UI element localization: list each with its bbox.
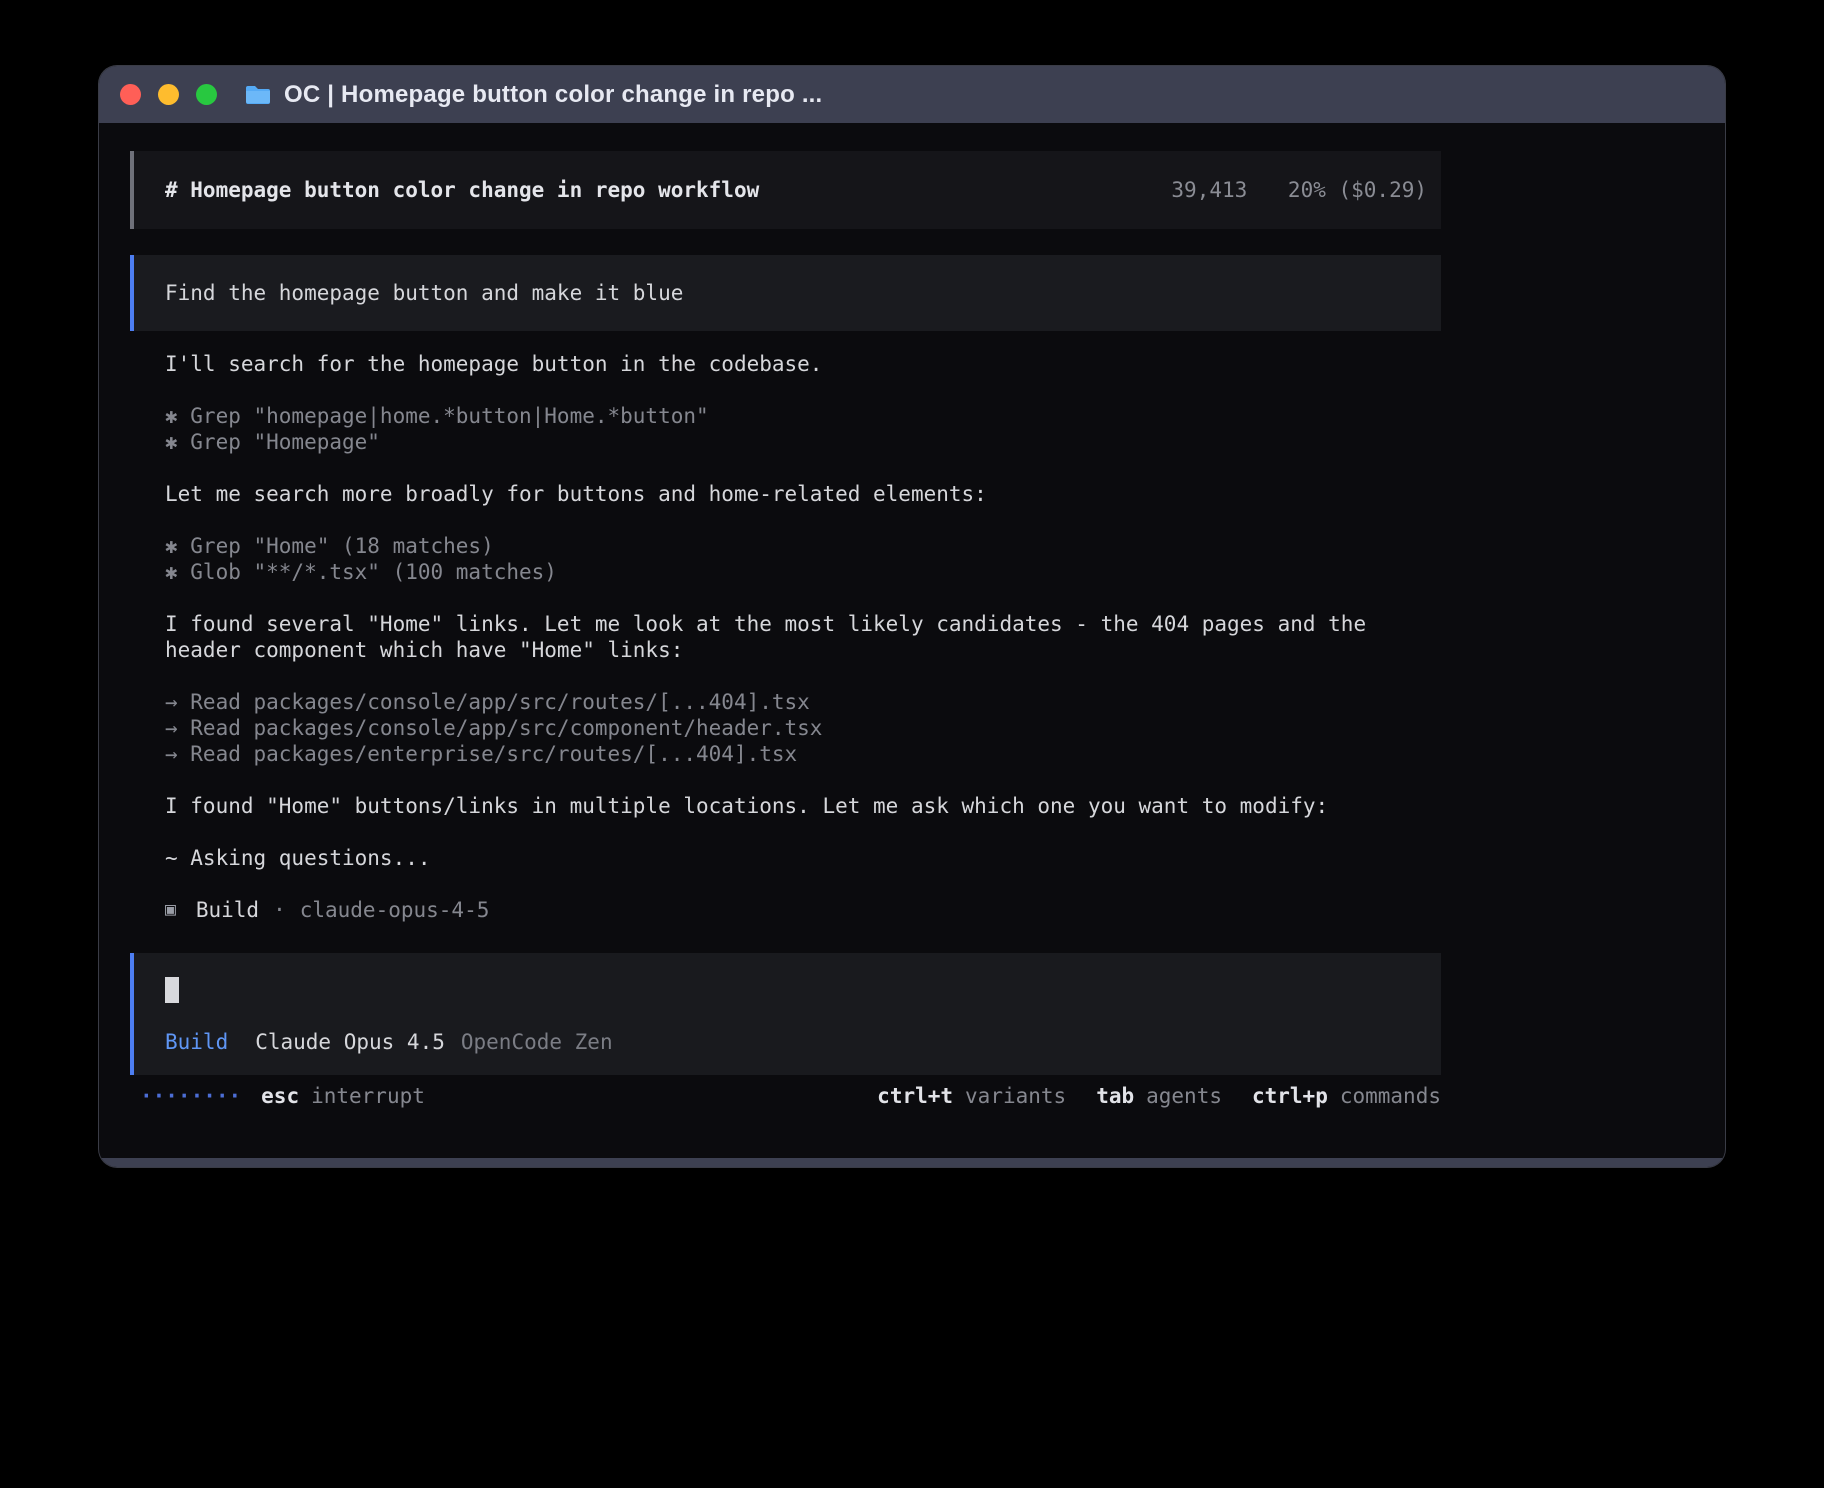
folder-icon	[244, 84, 272, 106]
tool-call-group: ✱ Grep "Home" (18 matches) ✱ Glob "**/*.…	[165, 533, 1441, 585]
agent-indicator: ▣ Build · claude-opus-4-5	[165, 897, 1441, 923]
terminal-window: OC | Homepage button color change in rep…	[99, 66, 1725, 1167]
user-message: Find the homepage button and make it blu…	[130, 255, 1441, 331]
tool-call-grep: ✱ Grep "Homepage"	[165, 429, 1410, 455]
tool-call-read: → Read packages/console/app/src/componen…	[165, 715, 1410, 741]
conversation: I'll search for the homepage button in t…	[130, 351, 1441, 923]
tool-call-grep: ✱ Grep "Home" (18 matches)	[165, 533, 1410, 559]
agent-separator: ·	[273, 897, 286, 923]
assistant-text: Let me search more broadly for buttons a…	[165, 481, 1410, 507]
window-bottom-edge	[99, 1158, 1725, 1167]
agent-model: claude-opus-4-5	[300, 897, 490, 923]
model-label: Claude Opus 4.5	[255, 1029, 445, 1055]
session-header: # Homepage button color change in repo w…	[130, 151, 1441, 229]
agent-name: Build	[196, 897, 259, 923]
close-button[interactable]	[120, 84, 141, 105]
hint-variants: ctrl+t variants	[877, 1083, 1066, 1109]
mode-label: Build	[165, 1029, 228, 1055]
tool-call-grep: ✱ Grep "homepage|home.*button|Home.*butt…	[165, 403, 1410, 429]
input-status-line: Build Claude Opus 4.5 OpenCode Zen	[165, 1029, 1410, 1055]
user-message-text: Find the homepage button and make it blu…	[165, 280, 683, 306]
status-bar: ········ esc interrupt ctrl+t variants ta…	[130, 1083, 1441, 1109]
session-title: # Homepage button color change in repo w…	[165, 177, 759, 203]
window-controls	[120, 84, 217, 105]
terminal-content: # Homepage button color change in repo w…	[99, 123, 1725, 1158]
ctrl-p-key: ctrl+p	[1252, 1084, 1328, 1108]
text-cursor	[165, 977, 179, 1003]
status-bar-left: ········ esc interrupt	[130, 1083, 425, 1109]
status-bar-right: ctrl+t variants tab agents ctrl+p commands	[877, 1083, 1441, 1109]
assistant-text: I found "Home" buttons/links in multiple…	[165, 793, 1410, 819]
agents-label: agents	[1146, 1084, 1222, 1108]
esc-key: esc	[261, 1083, 299, 1109]
tool-call-group: ✱ Grep "homepage|home.*button|Home.*butt…	[165, 403, 1441, 455]
spinner-icon: ········	[140, 1083, 241, 1109]
window-title: OC | Homepage button color change in rep…	[284, 82, 822, 108]
token-count: 39,413	[1171, 178, 1247, 202]
assistant-text: I'll search for the homepage button in t…	[165, 351, 1410, 377]
hint-commands: ctrl+p commands	[1252, 1083, 1441, 1109]
status-asking-questions: ~ Asking questions...	[165, 845, 1410, 871]
tool-call-glob: ✱ Glob "**/*.tsx" (100 matches)	[165, 559, 1410, 585]
commands-label: commands	[1340, 1084, 1441, 1108]
context-usage: 20% ($0.29)	[1288, 178, 1427, 202]
prompt-input[interactable]: Build Claude Opus 4.5 OpenCode Zen	[130, 953, 1441, 1075]
assistant-text: I found several "Home" links. Let me loo…	[165, 611, 1410, 663]
hint-agents: tab agents	[1096, 1083, 1222, 1109]
tab-key: tab	[1096, 1084, 1134, 1108]
agent-icon: ▣	[165, 897, 176, 923]
minimize-button[interactable]	[158, 84, 179, 105]
tool-call-group: → Read packages/console/app/src/routes/[…	[165, 689, 1441, 767]
tool-call-read: → Read packages/console/app/src/routes/[…	[165, 689, 1410, 715]
titlebar[interactable]: OC | Homepage button color change in rep…	[99, 66, 1725, 123]
interrupt-label: interrupt	[311, 1083, 425, 1109]
session-meta: 39,413 20% ($0.29)	[1171, 177, 1427, 203]
provider-label: OpenCode Zen	[461, 1029, 613, 1055]
zoom-button[interactable]	[196, 84, 217, 105]
variants-label: variants	[965, 1084, 1066, 1108]
ctrl-t-key: ctrl+t	[877, 1084, 953, 1108]
tool-call-read: → Read packages/enterprise/src/routes/[.…	[165, 741, 1410, 767]
